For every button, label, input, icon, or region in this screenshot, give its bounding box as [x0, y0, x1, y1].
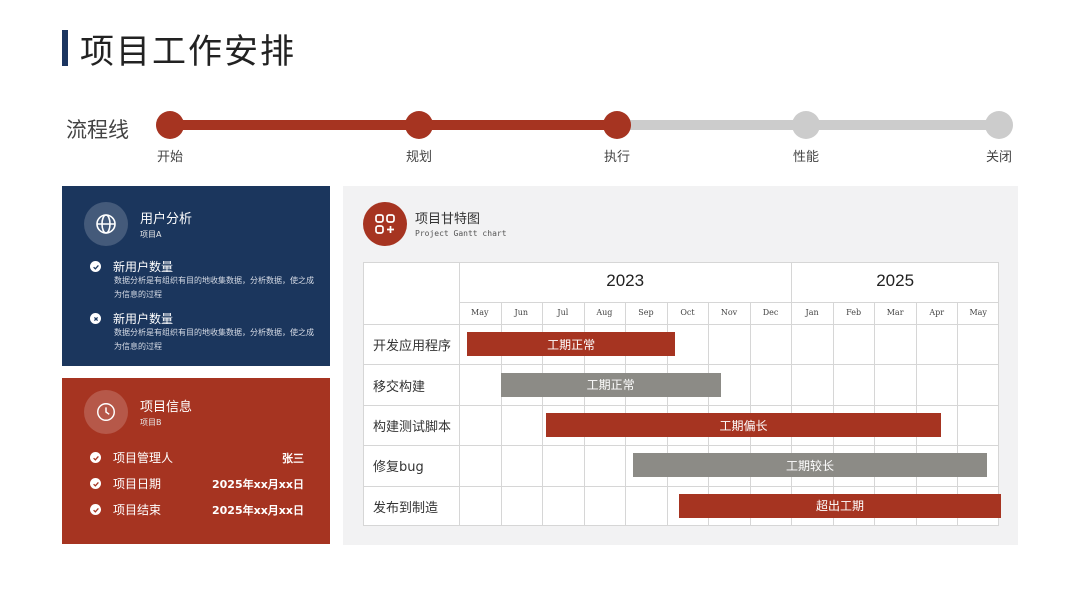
user-item-2-label: 新用户数量	[113, 312, 174, 326]
gantt-grid-line	[363, 364, 999, 366]
info-card-title: 项目信息	[140, 400, 193, 415]
gantt-year-divider	[791, 262, 793, 302]
user-card-title: 用户分析	[140, 212, 193, 227]
flow-step-label: 开始	[156, 150, 183, 165]
gantt-month-label: Jun	[514, 308, 529, 317]
gantt-bar: 超出工期	[679, 493, 1001, 518]
gantt-month-label: Oct	[680, 308, 695, 317]
check-icon	[90, 504, 101, 515]
user-analysis-card: 用户分析 项目A 新用户数量 数据分析是有组织有目的地收集数据，分析数据，使之成…	[62, 186, 330, 366]
gantt-bar: 工期较长	[633, 453, 987, 478]
gantt-month-label: Mar	[886, 308, 904, 317]
gantt-year-label: 2025	[876, 271, 915, 290]
gantt-month-label: Feb	[846, 308, 862, 317]
gantt-task-label: 开发应用程序	[373, 339, 452, 355]
gantt-task-label: 修复bug	[373, 460, 424, 476]
user-item-1-desc: 数据分析是有组织有目的地收集数据，分析数据，使之成为信息的过程	[114, 276, 314, 299]
flow-label: 流程线	[66, 118, 129, 142]
info-row-manager-label: 项目管理人	[113, 451, 174, 465]
info-row-date-label: 项目日期	[113, 477, 162, 491]
gantt-month-label: Aug	[596, 308, 613, 317]
flow-step-node	[405, 111, 433, 139]
gantt-subtitle: Project Gantt chart	[415, 229, 507, 238]
info-card-subtitle: 项目B	[140, 418, 162, 427]
info-row-end: 项目结束 2025年xx月xx日	[90, 501, 304, 518]
gantt-grid-line	[363, 404, 999, 406]
gantt-month-label: Jan	[805, 308, 819, 317]
apps-add-icon	[363, 202, 407, 246]
gantt-grid-line	[363, 445, 999, 447]
gantt-task-label: 构建测试脚本	[373, 420, 452, 435]
gantt-month-label: Nov	[720, 308, 738, 317]
flow-track-active	[170, 120, 617, 130]
user-card-subtitle: 项目A	[140, 230, 162, 239]
gantt-bar: 工期正常	[500, 372, 721, 397]
flow-step-label: 规划	[405, 150, 432, 165]
gantt-bar: 工期偏长	[546, 413, 941, 437]
gantt-month-label: May	[969, 308, 987, 317]
flow-step-label: 关闭	[985, 150, 1012, 165]
gantt-grid-line	[363, 485, 999, 487]
user-item-1-label: 新用户数量	[113, 260, 174, 274]
info-row-manager: 项目管理人 张三	[90, 449, 304, 466]
title-accent-bar	[62, 30, 68, 66]
gantt-chart: 2023 2025 May Jun Jul Aug Sep Oct Nov Dec Jan Feb Ma…	[363, 262, 1001, 526]
gantt-month-label: Apr	[929, 308, 945, 317]
gantt-task-label: 移交构建	[373, 379, 426, 395]
flow-step-label: 性能	[792, 150, 819, 165]
globe-icon	[84, 202, 128, 246]
cross-icon	[90, 313, 101, 324]
flow-step-label: 执行	[603, 150, 630, 165]
gantt-month-label: Dec	[762, 308, 779, 317]
check-icon	[90, 261, 101, 272]
gantt-grid-line	[459, 302, 999, 303]
check-icon	[90, 478, 101, 489]
info-row-end-value: 2025年xx月xx日	[212, 503, 304, 517]
check-icon	[90, 452, 101, 463]
info-row-date-value: 2025年xx月xx日	[212, 477, 304, 491]
flow-step-node	[985, 111, 1013, 139]
info-row-end-label: 项目结束	[113, 503, 162, 517]
page-title: 项目工作安排	[80, 32, 296, 72]
gantt-grid-line	[957, 302, 959, 526]
user-item-2-desc: 数据分析是有组织有目的地收集数据，分析数据，使之成为信息的过程	[114, 328, 314, 351]
gantt-year-label: 2023	[606, 271, 645, 290]
project-info-card: 项目信息 项目B 项目管理人 张三 项目日期 2025年xx月xx日 项目结束 …	[62, 378, 330, 544]
flow-step-node	[156, 111, 184, 139]
user-item-1: 新用户数量	[90, 258, 304, 275]
gantt-task-label: 发布到制造	[373, 500, 439, 516]
gantt-bar: 工期正常	[467, 332, 675, 357]
gantt-month-label: May	[471, 308, 489, 317]
gantt-grid-line	[363, 324, 999, 325]
flow-step-node	[603, 111, 631, 139]
user-item-2: 新用户数量	[90, 310, 304, 327]
info-row-date: 项目日期 2025年xx月xx日	[90, 475, 304, 492]
gantt-title: 项目甘特图	[415, 212, 481, 227]
flow-step-node	[792, 111, 820, 139]
gantt-month-label: Sep	[638, 308, 654, 317]
info-row-manager-value: 张三	[282, 451, 304, 465]
clock-icon	[84, 390, 128, 434]
gantt-month-label: Jul	[557, 308, 569, 317]
